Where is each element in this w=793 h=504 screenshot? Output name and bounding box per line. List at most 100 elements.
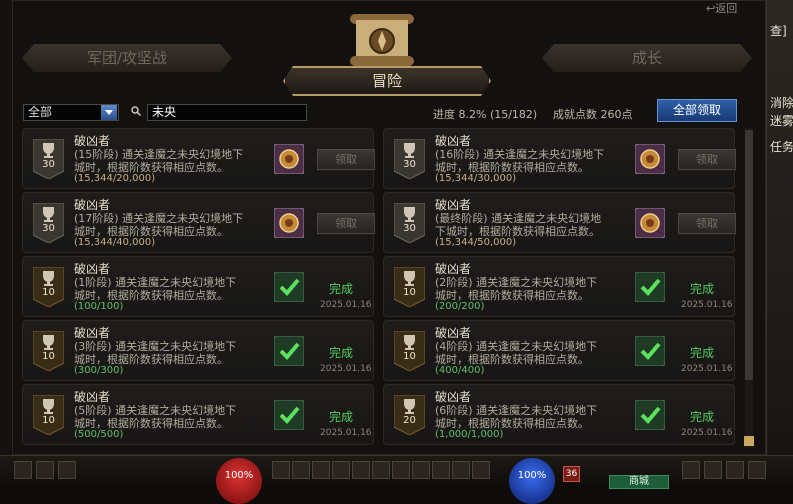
chevron-down-icon[interactable] (101, 105, 117, 120)
mp-orb (509, 458, 555, 504)
search-icon (131, 106, 141, 116)
claim-button[interactable]: 领取 (317, 213, 375, 234)
completion-date: 2025.01.16 (320, 364, 372, 374)
points-value: 10 (42, 415, 55, 426)
achievement-progress: (1,000/1,000) (435, 429, 504, 440)
skill-slot[interactable] (472, 461, 490, 479)
achievement-card: 30 破凶者 (16阶段) 通关逢魔之未央幻境地下 城时，根据阶数获得相应点数。 (15… (383, 128, 736, 189)
tab-legion-siege[interactable]: 军团/攻坚战 (22, 44, 232, 72)
achievement-card: 30 破凶者 (15阶段) 通关逢魔之未央幻境地下 城时，根据阶数获得相应点数。 (15… (22, 128, 375, 189)
completion-date: 2025.01.16 (320, 428, 372, 438)
menu-slot[interactable] (682, 461, 700, 479)
hp-orb (216, 458, 262, 504)
scroll-compass-icon (350, 14, 414, 66)
completed-label: 完成 (329, 346, 354, 360)
mp-value: 100% (517, 470, 547, 481)
points-value: 20 (403, 415, 416, 426)
achievement-card: 10 破凶者 (2阶段) 通关逢魔之未央幻境地下 城时，根据阶数获得相应点数。 (200… (383, 256, 735, 317)
completion-date: 2025.01.16 (681, 300, 733, 310)
reward-emblem-icon[interactable] (635, 208, 665, 238)
skill-slot[interactable] (332, 461, 350, 479)
achievement-progress: (100/100) (74, 301, 124, 312)
claim-button[interactable]: 领取 (678, 149, 736, 170)
achievement-points: 成就点数 260点 (553, 108, 633, 121)
skill-slot[interactable] (452, 461, 470, 479)
achievement-card: 20 破凶者 (6阶段) 通关逢魔之未央幻境地下 城时，根据阶数获得相应点数。 (1,0… (383, 384, 735, 445)
points-value: 30 (42, 159, 55, 170)
completed-label: 完成 (329, 410, 354, 424)
menu-slot[interactable] (704, 461, 722, 479)
checkmark-icon (274, 400, 304, 430)
reward-emblem-icon[interactable] (274, 144, 304, 174)
points-value: 10 (403, 351, 416, 362)
achievement-progress: (500/500) (74, 429, 124, 440)
points-value: 10 (403, 287, 416, 298)
hp-value: 100% (224, 470, 254, 481)
hud-slot[interactable] (36, 461, 54, 479)
tab-adventure[interactable]: 冒险 (283, 66, 491, 96)
checkmark-icon (274, 336, 304, 366)
achievement-card: 30 破凶者 (最终阶段) 通关逢魔之未央幻境地 下城时，根据阶数获得相应点数。 (15… (383, 192, 736, 253)
checkmark-icon (635, 272, 665, 302)
skill-slot[interactable] (292, 461, 310, 479)
points-value: 30 (403, 159, 416, 170)
search-input[interactable]: 未央 (147, 104, 307, 121)
completed-label: 完成 (690, 282, 715, 296)
left-edge-panel (0, 0, 12, 487)
menu-slot[interactable] (726, 461, 744, 479)
back-label: 返回 (715, 2, 738, 15)
checkmark-icon (274, 272, 304, 302)
achievement-card: 10 破凶者 (1阶段) 通关逢魔之未央幻境地下 城时，根据阶数获得相应点数。 (100… (22, 256, 374, 317)
achievement-progress: (15,344/40,000) (74, 237, 156, 248)
right-panel-text: 迷雾 (770, 114, 793, 128)
points-value: 30 (42, 223, 55, 234)
menu-slot[interactable] (748, 461, 766, 479)
skill-slot[interactable] (352, 461, 370, 479)
right-panel-text: 查] (770, 24, 787, 38)
achievement-card: 30 破凶者 (17阶段) 通关逢魔之未央幻境地下 城时，根据阶数获得相应点数。 (15… (22, 192, 375, 253)
achievement-progress: (15,344/50,000) (435, 237, 517, 248)
reward-emblem-icon[interactable] (274, 208, 304, 238)
achievement-progress: (15,344/20,000) (74, 173, 156, 184)
skill-slot[interactable] (312, 461, 330, 479)
achievement-card: 10 破凶者 (4阶段) 通关逢魔之未央幻境地下 城时，根据阶数获得相应点数。 (400… (383, 320, 735, 381)
achievement-progress: (300/300) (74, 365, 124, 376)
achievement-progress: (15,344/30,000) (435, 173, 517, 184)
claim-button[interactable]: 领取 (678, 213, 736, 234)
hud-slot[interactable] (58, 461, 76, 479)
right-panel-text: 任务 (770, 140, 793, 154)
scrollbar-thumb[interactable] (745, 130, 753, 380)
skill-slot[interactable] (272, 461, 290, 479)
hud-slot[interactable] (14, 461, 32, 479)
claim-all-button[interactable]: 全部领取 (657, 99, 737, 122)
points-value: 30 (403, 223, 416, 234)
back-arrow-icon: ↩ (706, 2, 716, 15)
level-badge: 36 (563, 466, 580, 482)
completion-date: 2025.01.16 (320, 300, 372, 310)
scroll-down-arrow-icon[interactable] (744, 436, 754, 446)
right-panel-text: 消除 (770, 96, 793, 110)
tab-growth[interactable]: 成长 (542, 44, 752, 72)
right-side-panel (766, 0, 793, 487)
skill-slot[interactable] (432, 461, 450, 479)
skill-slot[interactable] (372, 461, 390, 479)
completion-date: 2025.01.16 (681, 428, 733, 438)
completion-date: 2025.01.16 (681, 364, 733, 374)
completed-label: 完成 (690, 410, 715, 424)
claim-button[interactable]: 领取 (317, 149, 375, 170)
reward-emblem-icon[interactable] (635, 144, 665, 174)
back-button[interactable]: ↩返回 (706, 0, 737, 16)
achievement-card: 10 破凶者 (3阶段) 通关逢魔之未央幻境地下 城时，根据阶数获得相应点数。 (300… (22, 320, 374, 381)
skill-slot[interactable] (392, 461, 410, 479)
skill-slot[interactable] (412, 461, 430, 479)
completed-label: 完成 (690, 346, 715, 360)
achievement-progress: (200/200) (435, 301, 485, 312)
completed-label: 完成 (329, 282, 354, 296)
checkmark-icon (635, 336, 665, 366)
achievement-progress: (400/400) (435, 365, 485, 376)
achievement-card: 10 破凶者 (5阶段) 通关逢魔之未央幻境地下 城时，根据阶数获得相应点数。 (500… (22, 384, 374, 445)
points-value: 10 (42, 287, 55, 298)
progress-text: 进度 8.2% (15/182) (433, 108, 538, 121)
points-value: 10 (42, 351, 55, 362)
checkmark-icon (635, 400, 665, 430)
